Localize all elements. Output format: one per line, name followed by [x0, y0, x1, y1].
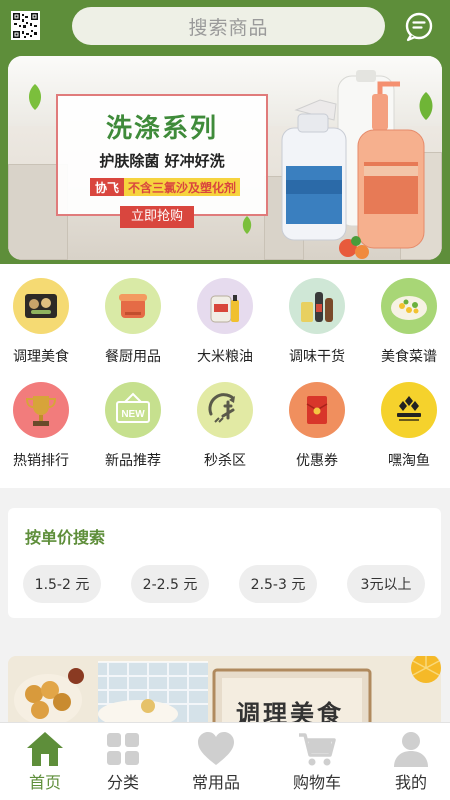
category-label: 调理美食	[13, 349, 69, 365]
buy-now-button[interactable]: 立即抢购	[120, 206, 194, 228]
home-icon	[27, 732, 63, 766]
banner-brand: 协飞	[90, 178, 125, 196]
header-bar: 搜索商品	[0, 0, 450, 56]
promo-banner[interactable]: 洗涤系列 护肤除菌 好冲好洗 协飞 不含三氯沙及塑化剂 立即抢购	[8, 56, 442, 260]
price-option-chip[interactable]: 2-2.5 元	[131, 565, 209, 603]
category-label: 美食菜谱	[381, 349, 437, 365]
price-search-panel: 按单价搜索 1.5-2 元 2-2.5 元 2.5-3 元 3元以上	[8, 508, 441, 618]
price-option-chip[interactable]: 3元以上	[347, 565, 425, 603]
category-label: 餐厨用品	[105, 349, 161, 365]
tab-home[interactable]: 首页	[0, 723, 90, 800]
flash-sale-icon	[197, 382, 253, 438]
banner-tagline: 协飞 不含三氯沙及塑化剂	[90, 178, 241, 196]
banner-subtitle: 护肤除菌 好冲好洗	[99, 152, 225, 170]
red-envelope-icon	[289, 382, 345, 438]
tab-profile[interactable]: 我的	[366, 723, 450, 800]
leaf-icon	[28, 84, 42, 110]
banner-feature: 不含三氯沙及塑化剂	[124, 178, 241, 196]
user-icon	[394, 732, 428, 767]
category-label: 调味干货	[289, 349, 345, 365]
search-placeholder: 搜索商品	[188, 16, 269, 39]
category-label: 秒杀区	[204, 453, 246, 469]
tab-label: 常用品	[191, 773, 240, 792]
category-item[interactable]: 餐厨用品	[98, 278, 168, 366]
category-item[interactable]: 嘿淘鱼	[374, 382, 444, 470]
category-label: 嘿淘鱼	[388, 453, 430, 469]
new-badge-icon: NEW	[105, 382, 161, 438]
tab-label: 我的	[394, 773, 427, 792]
tab-label: 分类	[106, 773, 139, 792]
price-search-title: 按单价搜索	[25, 528, 106, 547]
category-grid-icon	[107, 733, 139, 765]
qr-code-icon[interactable]	[11, 11, 40, 40]
banner-title: 洗涤系列	[105, 114, 218, 144]
tab-label: 购物车	[292, 773, 341, 792]
search-input[interactable]: 搜索商品	[72, 7, 385, 45]
message-bubble-icon[interactable]	[403, 11, 435, 43]
svg-text:NEW: NEW	[121, 409, 145, 420]
cart-icon	[299, 733, 336, 766]
prepared-food-photo	[8, 656, 441, 726]
category-item[interactable]: 调理美食	[6, 278, 76, 366]
category-label: 热销排行	[13, 453, 69, 469]
kitchenware-icon	[105, 278, 161, 334]
category-label: 大米粮油	[197, 349, 253, 365]
category-item[interactable]: 美食菜谱	[374, 278, 444, 366]
category-grid: 调理美食 餐厨用品 大米粮油 调味干货 美食菜谱 热销排行 NEW 新品推荐 秒…	[0, 264, 450, 488]
banner-area: 洗涤系列 护肤除菌 好冲好洗 协飞 不含三氯沙及塑化剂 立即抢购	[0, 56, 450, 264]
hetaoyu-logo-icon	[381, 382, 437, 438]
category-item[interactable]: 热销排行	[6, 382, 76, 470]
price-option-chip[interactable]: 2.5-3 元	[239, 565, 317, 603]
trophy-icon	[13, 382, 69, 438]
category-item[interactable]: 大米粮油	[190, 278, 260, 366]
heart-icon	[198, 732, 234, 765]
tab-category[interactable]: 分类	[78, 723, 168, 800]
prepared-food-icon	[13, 278, 69, 334]
category-item[interactable]: 秒杀区	[190, 382, 260, 470]
seasoning-icon	[289, 278, 345, 334]
bottom-tab-bar: 首页 分类 常用品 购物车 我的	[0, 722, 450, 800]
tab-favorites[interactable]: 常用品	[171, 723, 261, 800]
promo-card: 洗涤系列 护肤除菌 好冲好洗 协飞 不含三氯沙及塑化剂	[56, 94, 268, 216]
category-item[interactable]: 优惠券	[282, 382, 352, 470]
category-label: 优惠券	[296, 453, 338, 469]
price-option-chip[interactable]: 1.5-2 元	[23, 565, 101, 603]
rice-oil-icon	[197, 278, 253, 334]
recipe-icon	[381, 278, 437, 334]
category-item[interactable]: NEW 新品推荐	[98, 382, 168, 470]
detergent-bottles-image	[281, 70, 425, 259]
category-item[interactable]: 调味干货	[282, 278, 352, 366]
leaf-icon	[242, 216, 252, 234]
tab-cart[interactable]: 购物车	[272, 723, 362, 800]
prepared-food-promo-image[interactable]: 调理美食	[8, 656, 441, 726]
category-label: 新品推荐	[105, 453, 161, 469]
tab-label: 首页	[28, 773, 61, 792]
